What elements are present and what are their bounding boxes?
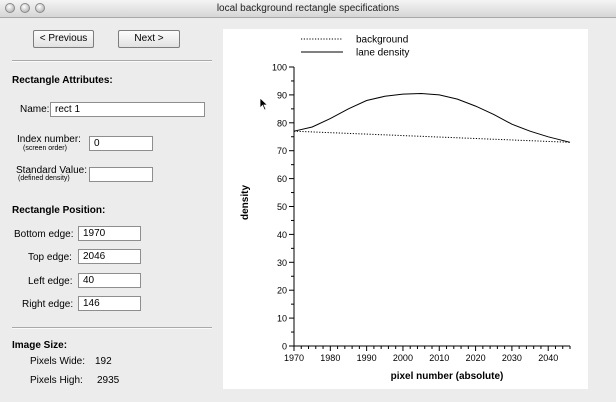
y-tick-label: 20 — [277, 286, 287, 296]
standard-value-sublabel: (defined density) — [18, 175, 70, 182]
index-number-sublabel: (screen order) — [23, 145, 67, 152]
left-edge-label: Left edge: — [28, 276, 73, 287]
pixels-wide-label: Pixels Wide: — [30, 356, 86, 367]
previous-button[interactable]: < Previous — [33, 30, 94, 48]
divider — [12, 60, 212, 62]
name-input[interactable] — [50, 102, 205, 117]
legend-label: background — [356, 35, 408, 46]
x-tick-label: 2030 — [502, 353, 522, 363]
rectangle-attributes-heading: Rectangle Attributes: — [12, 75, 113, 86]
next-button[interactable]: Next > — [118, 30, 180, 48]
chart-panel: 0 10 20 30 40 50 60 70 80 90 100 1970 1980 1990 2000 20… — [223, 29, 588, 389]
x-tick-label: 1990 — [357, 353, 377, 363]
zoom-window-button[interactable] — [35, 3, 45, 13]
window-title: local background rectangle specification… — [216, 3, 400, 14]
y-tick-label: 60 — [277, 174, 287, 184]
top-edge-input[interactable] — [78, 249, 141, 264]
density-chart: 01020304050607080901001970 1980 1990 2000 20… — [240, 35, 571, 382]
series-line-lane-density — [293, 92, 571, 143]
image-size-heading: Image Size: — [12, 340, 68, 351]
y-tick-label: 40 — [277, 230, 287, 240]
x-axis-label: pixel number (absolute) — [391, 371, 504, 382]
pixels-high-value: 2935 — [97, 375, 120, 386]
pixels-wide-value: 192 — [95, 356, 112, 367]
close-window-button[interactable] — [5, 3, 15, 13]
pixels-high-label: Pixels High: — [30, 375, 83, 386]
right-edge-label: Right edge: — [22, 299, 74, 310]
app-window: local background rectangle specification… — [0, 0, 616, 402]
legend-label: lane density — [356, 48, 409, 59]
top-edge-label: Top edge: — [28, 252, 72, 263]
name-label: Name: — [20, 104, 50, 115]
minimize-window-button[interactable] — [20, 3, 30, 13]
x-tick-label: 1970 — [284, 353, 304, 363]
title-bar: local background rectangle specification… — [0, 0, 616, 18]
y-axis-label: density — [240, 185, 251, 220]
mouse-pointer-icon — [259, 97, 269, 111]
x-tick-label: 2000 — [393, 353, 413, 363]
left-edge-input[interactable] — [78, 273, 141, 288]
x-tick-label: 1980 — [320, 353, 340, 363]
divider — [12, 327, 212, 329]
y-tick-label: 10 — [277, 314, 287, 324]
bottom-edge-input[interactable] — [78, 226, 141, 241]
y-tick-label: 90 — [277, 90, 287, 100]
y-tick-label: 70 — [277, 146, 287, 156]
x-tick-label: 2010 — [429, 353, 449, 363]
y-tick-label: 100 — [272, 63, 287, 73]
index-number-input[interactable] — [89, 136, 153, 151]
y-tick-label: 30 — [277, 258, 287, 268]
y-tick-label: 50 — [277, 202, 287, 212]
standard-value-input[interactable] — [89, 167, 153, 182]
y-tick-label: 80 — [277, 118, 287, 128]
rectangle-position-heading: Rectangle Position: — [12, 205, 106, 216]
right-edge-input[interactable] — [78, 296, 141, 311]
y-tick-label: 0 — [282, 342, 287, 352]
x-tick-label: 2020 — [466, 353, 486, 363]
series-line-background — [293, 130, 571, 143]
bottom-edge-label: Bottom edge: — [14, 229, 74, 240]
index-number-label: Index number: — [17, 134, 81, 145]
x-tick-label: 2040 — [538, 353, 558, 363]
